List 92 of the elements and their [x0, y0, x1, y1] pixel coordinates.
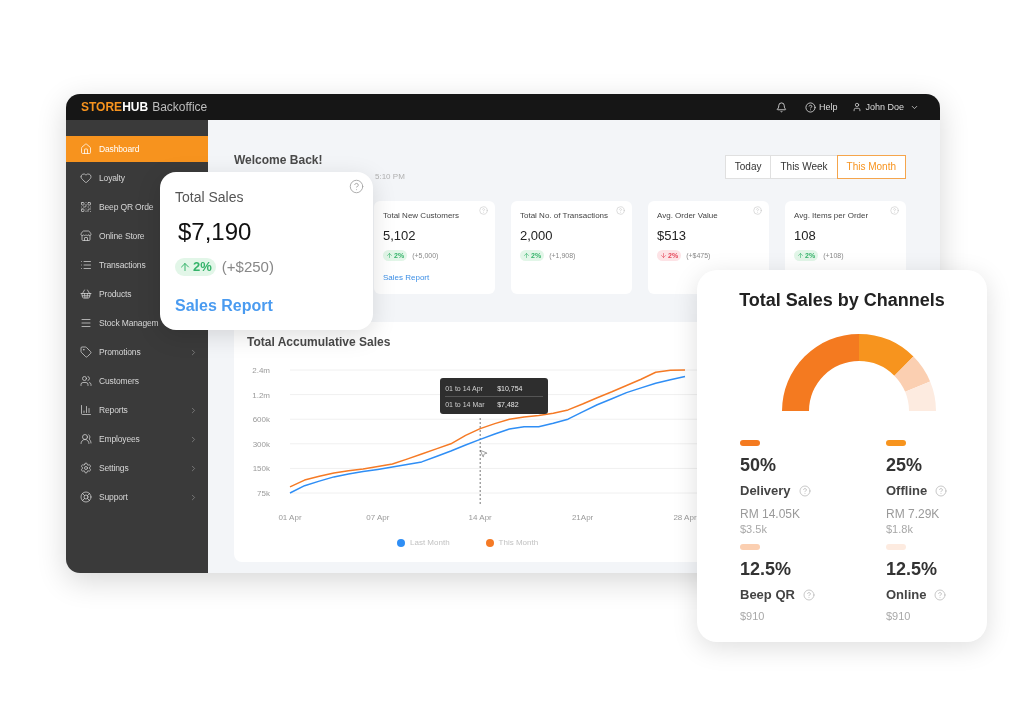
- sidebar-item[interactable]: Reports: [66, 397, 208, 423]
- channel-amount-rm: RM 7.29K: [886, 506, 940, 522]
- help-icon: [804, 101, 816, 113]
- x-axis-label: 01 Apr: [278, 513, 302, 522]
- y-axis-label: 150k: [252, 464, 270, 474]
- sales-report-link[interactable]: Sales Report: [383, 273, 430, 283]
- stat-title: Avg. Items per Order: [794, 211, 869, 221]
- arrow-up-icon: [386, 252, 393, 259]
- help-icon[interactable]: [616, 206, 625, 215]
- stat-value: 108: [794, 228, 816, 244]
- x-axis-label: 14 Apr: [468, 513, 492, 522]
- trend-delta: (+$250): [221, 258, 274, 276]
- list-icon: [80, 259, 92, 271]
- total-sales-value: $7,190: [178, 218, 252, 246]
- stat-title: Total No. of Transactions: [520, 211, 609, 221]
- y-axis-label: 2.4m: [252, 366, 270, 375]
- y-axis-label: 1.2m: [252, 390, 270, 400]
- x-axis-label: 21Apr: [571, 513, 594, 522]
- stat-title: Avg. Order Value: [657, 211, 718, 221]
- channel-amount-usd: $3.5k: [740, 522, 767, 536]
- home-icon: [80, 143, 92, 155]
- last-updated-time: 5:10 PM: [375, 172, 405, 182]
- y-axis-label: 300k: [252, 439, 270, 449]
- chart-title: Total Accumulative Sales: [247, 334, 391, 350]
- channel-name: Offline: [886, 482, 928, 500]
- stat-value: 5,102: [383, 228, 416, 244]
- arrow-up-icon: [797, 252, 804, 259]
- channel-amount-rm: RM 14.05K: [740, 506, 801, 522]
- stat-value: $513: [657, 228, 686, 244]
- lifebuoy-icon: [80, 491, 92, 503]
- help-icon[interactable]: [802, 589, 815, 601]
- y-axis-label: 600k: [252, 415, 270, 425]
- cursor-icon: [479, 449, 489, 458]
- card-title: Total Sales by Channels: [739, 289, 945, 312]
- sidebar-item[interactable]: Products: [66, 281, 133, 307]
- card-title: Total Sales: [175, 188, 244, 206]
- channel-percent: 12.5%: [886, 558, 938, 580]
- qr-code-icon: [80, 201, 92, 213]
- donut-slice: [905, 381, 936, 411]
- channel-percent: 50%: [740, 454, 777, 476]
- lines-icon: [80, 317, 92, 329]
- arrow-down-icon: [660, 252, 667, 259]
- channel-percent: 12.5%: [740, 558, 792, 580]
- people-icon: [80, 433, 92, 445]
- brand-logo: STOREHUB: [81, 100, 149, 114]
- user-menu-button[interactable]: John Doe: [852, 101, 919, 113]
- help-icon[interactable]: [890, 206, 899, 215]
- sidebar-item[interactable]: Customers: [66, 368, 140, 394]
- sidebar-item[interactable]: Beep QR Orde: [66, 194, 155, 220]
- stat-value: 2,000: [520, 228, 553, 244]
- help-icon[interactable]: [798, 485, 811, 497]
- sidebar-item[interactable]: Promotions: [66, 339, 208, 365]
- bell-icon[interactable]: [775, 101, 787, 113]
- sidebar-item[interactable]: Transactions: [66, 252, 147, 278]
- channel-name: Online: [886, 586, 927, 604]
- settings-icon: [80, 462, 92, 474]
- range-tab[interactable]: This Week: [770, 155, 838, 179]
- tag-icon: [80, 346, 92, 358]
- users-icon: [80, 375, 92, 387]
- user-icon: [852, 102, 863, 112]
- channel-percent: 25%: [886, 454, 923, 476]
- channel-amount-usd: $910: [886, 609, 911, 623]
- store-icon: [80, 230, 92, 242]
- help-icon[interactable]: [479, 206, 488, 215]
- x-axis-label: 07 Apr: [366, 513, 390, 522]
- sidebar-item[interactable]: Support: [66, 484, 208, 510]
- range-tab[interactable]: Today: [724, 155, 772, 179]
- help-icon[interactable]: [753, 206, 762, 215]
- basket-icon: [80, 288, 92, 300]
- y-axis-label: 75k: [257, 489, 270, 498]
- channel-name: Beep QR: [740, 586, 795, 604]
- help-button[interactable]: Help: [804, 101, 838, 113]
- sidebar-item[interactable]: Stock Managem: [66, 310, 160, 336]
- bar-chart-icon: [80, 404, 92, 416]
- sidebar-item[interactable]: Loyalty: [66, 165, 126, 191]
- x-axis-label: 28 Apr: [673, 513, 697, 522]
- channel-name: Delivery: [740, 482, 791, 500]
- channel-amount-usd: $910: [740, 609, 765, 623]
- sidebar-item[interactable]: Employees: [66, 426, 208, 452]
- welcome-title: Welcome Back!: [234, 153, 323, 167]
- sidebar-item[interactable]: Online Store: [66, 223, 146, 249]
- trend-percent: 2%: [193, 259, 212, 275]
- arrow-up-icon: [523, 252, 530, 259]
- product-name: Backoffice: [152, 100, 208, 114]
- help-icon[interactable]: [934, 589, 947, 601]
- arrow-up-icon: [179, 261, 191, 273]
- help-icon[interactable]: [349, 179, 364, 194]
- help-icon[interactable]: [935, 485, 948, 497]
- heart-icon: [80, 172, 92, 184]
- channel-amount-usd: $1.8k: [886, 522, 913, 536]
- sidebar-item[interactable]: Settings: [66, 455, 208, 481]
- stat-title: Total New Customers: [383, 211, 460, 221]
